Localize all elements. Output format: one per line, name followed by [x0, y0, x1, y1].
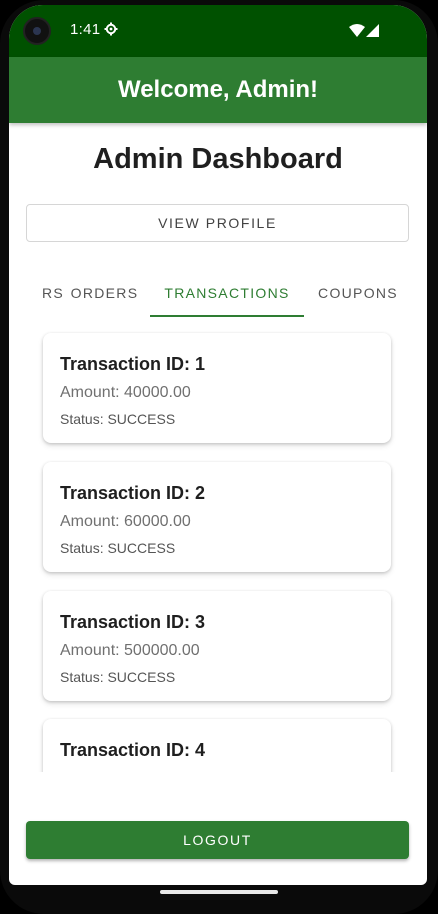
transaction-amount: Amount: 60000.00 [60, 513, 191, 530]
transaction-list[interactable]: Transaction ID: 1 Amount: 40000.00 Statu… [9, 323, 427, 772]
front-camera [23, 17, 51, 45]
tab-bar: RS ORDERS TRANSACTIONS COUPONS [9, 271, 427, 317]
tab-label: RS [41, 285, 64, 301]
tab-users[interactable]: RS [9, 271, 64, 315]
transaction-status: Status: SUCCESS [60, 669, 176, 685]
transaction-id: Transaction ID: 4 [60, 740, 206, 760]
transaction-card[interactable]: Transaction ID: 3 Amount: 500000.00 Stat… [43, 591, 391, 701]
cell-signal-icon [366, 24, 379, 37]
tab-label: TRANSACTIONS [164, 285, 290, 301]
app-bar-title: Welcome, Admin! [117, 76, 319, 103]
tab-label: COUPONS [318, 285, 398, 301]
transaction-status: Status: SUCCESS [60, 540, 176, 556]
wifi-icon [349, 24, 365, 37]
transaction-amount: Amount: 500000.00 [60, 642, 200, 659]
page-title: Admin Dashboard [93, 143, 343, 175]
logout-button[interactable]: LOGOUT [26, 821, 409, 859]
gesture-nav-handle[interactable] [160, 890, 278, 894]
view-profile-button[interactable]: VIEW PROFILE [26, 204, 409, 242]
transaction-id: Transaction ID: 2 [60, 483, 206, 503]
screen: 1:41 Welcome, Admin! Admin Dashboard VIE… [9, 5, 427, 885]
gear-icon [104, 22, 118, 36]
transaction-card[interactable]: Transaction ID: 1 Amount: 40000.00 Statu… [43, 333, 391, 443]
transaction-id: Transaction ID: 1 [60, 354, 206, 374]
tab-orders[interactable]: ORDERS [65, 271, 144, 315]
tab-transactions[interactable]: TRANSACTIONS [150, 271, 304, 317]
status-bar: 1:41 [9, 5, 427, 57]
transaction-id: Transaction ID: 3 [60, 612, 206, 632]
app-bar: Welcome, Admin! [9, 57, 427, 123]
transaction-card[interactable]: Transaction ID: 2 Amount: 60000.00 Statu… [43, 462, 391, 572]
transaction-card[interactable]: Transaction ID: 4 [43, 719, 391, 772]
transaction-amount: Amount: 40000.00 [60, 384, 191, 401]
phone-frame: 1:41 Welcome, Admin! Admin Dashboard VIE… [0, 0, 438, 914]
status-time: 1:41 [70, 21, 101, 38]
tab-coupons[interactable]: COUPONS [310, 271, 406, 315]
transaction-status: Status: SUCCESS [60, 411, 176, 427]
tab-label: ORDERS [70, 285, 139, 301]
